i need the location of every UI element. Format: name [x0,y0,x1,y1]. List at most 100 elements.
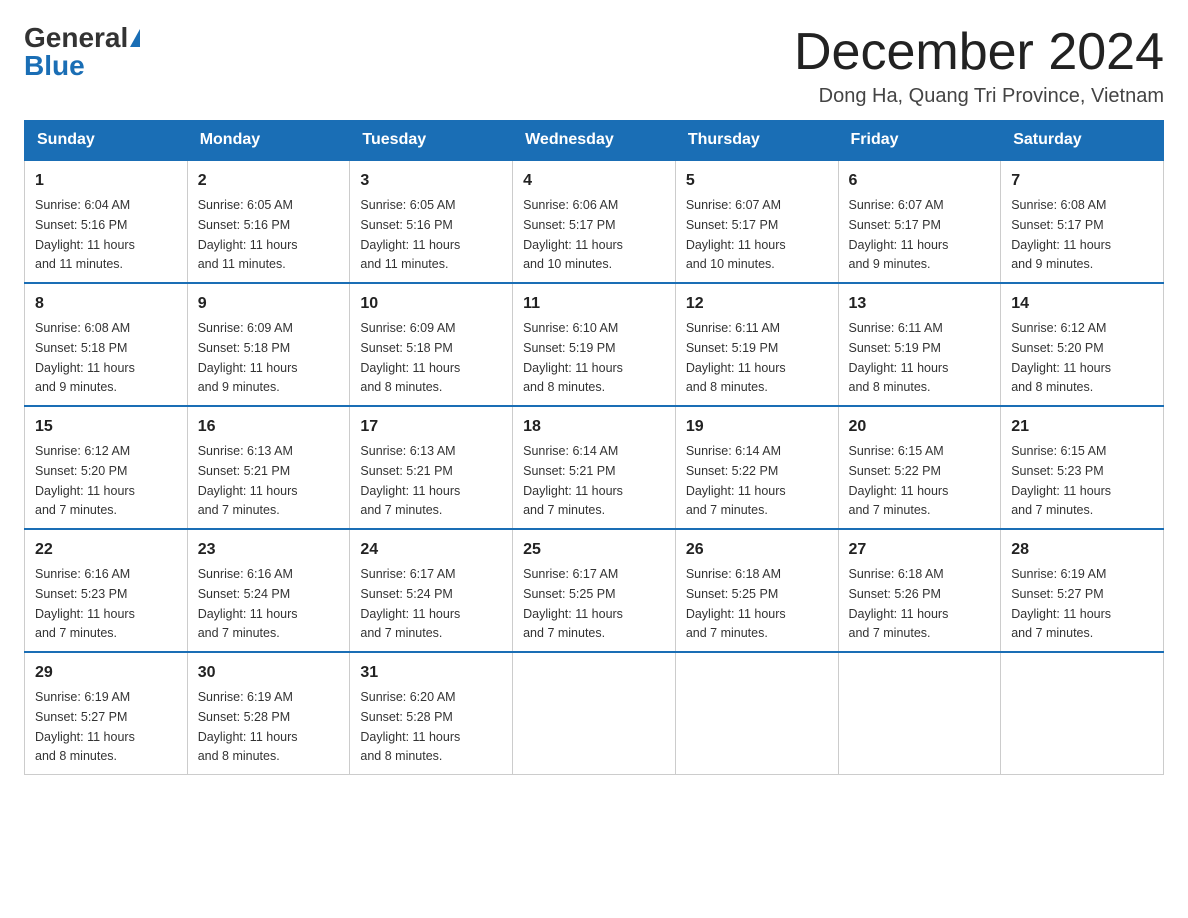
table-row: 31 Sunrise: 6:20 AMSunset: 5:28 PMDaylig… [350,652,513,775]
day-number: 15 [35,415,177,439]
day-number: 13 [849,292,991,316]
day-info: Sunrise: 6:09 AMSunset: 5:18 PMDaylight:… [360,321,460,394]
day-number: 2 [198,169,340,193]
table-row: 22 Sunrise: 6:16 AMSunset: 5:23 PMDaylig… [25,529,188,652]
table-row: 15 Sunrise: 6:12 AMSunset: 5:20 PMDaylig… [25,406,188,529]
day-info: Sunrise: 6:14 AMSunset: 5:22 PMDaylight:… [686,444,786,517]
title-block: December 2024 Dong Ha, Quang Tri Provinc… [794,24,1164,108]
table-row: 21 Sunrise: 6:15 AMSunset: 5:23 PMDaylig… [1001,406,1164,529]
table-row: 16 Sunrise: 6:13 AMSunset: 5:21 PMDaylig… [187,406,350,529]
table-row [838,652,1001,775]
day-number: 10 [360,292,502,316]
day-info: Sunrise: 6:09 AMSunset: 5:18 PMDaylight:… [198,321,298,394]
table-row: 27 Sunrise: 6:18 AMSunset: 5:26 PMDaylig… [838,529,1001,652]
day-number: 4 [523,169,665,193]
day-number: 1 [35,169,177,193]
day-number: 9 [198,292,340,316]
day-info: Sunrise: 6:18 AMSunset: 5:26 PMDaylight:… [849,567,949,640]
page-header: General Blue December 2024 Dong Ha, Quan… [24,24,1164,108]
day-info: Sunrise: 6:11 AMSunset: 5:19 PMDaylight:… [686,321,786,394]
table-row: 19 Sunrise: 6:14 AMSunset: 5:22 PMDaylig… [675,406,838,529]
table-row: 23 Sunrise: 6:16 AMSunset: 5:24 PMDaylig… [187,529,350,652]
header-tuesday: Tuesday [350,121,513,161]
day-info: Sunrise: 6:16 AMSunset: 5:23 PMDaylight:… [35,567,135,640]
header-friday: Friday [838,121,1001,161]
day-info: Sunrise: 6:12 AMSunset: 5:20 PMDaylight:… [35,444,135,517]
calendar-week-3: 15 Sunrise: 6:12 AMSunset: 5:20 PMDaylig… [25,406,1164,529]
day-number: 22 [35,538,177,562]
day-number: 11 [523,292,665,316]
day-info: Sunrise: 6:07 AMSunset: 5:17 PMDaylight:… [849,198,949,271]
table-row: 30 Sunrise: 6:19 AMSunset: 5:28 PMDaylig… [187,652,350,775]
table-row: 10 Sunrise: 6:09 AMSunset: 5:18 PMDaylig… [350,283,513,406]
table-row: 20 Sunrise: 6:15 AMSunset: 5:22 PMDaylig… [838,406,1001,529]
table-row: 14 Sunrise: 6:12 AMSunset: 5:20 PMDaylig… [1001,283,1164,406]
table-row: 11 Sunrise: 6:10 AMSunset: 5:19 PMDaylig… [513,283,676,406]
day-info: Sunrise: 6:15 AMSunset: 5:22 PMDaylight:… [849,444,949,517]
logo-general-text: General [24,24,128,52]
table-row: 7 Sunrise: 6:08 AMSunset: 5:17 PMDayligh… [1001,160,1164,283]
day-info: Sunrise: 6:15 AMSunset: 5:23 PMDaylight:… [1011,444,1111,517]
day-number: 29 [35,661,177,685]
day-number: 18 [523,415,665,439]
table-row: 5 Sunrise: 6:07 AMSunset: 5:17 PMDayligh… [675,160,838,283]
day-info: Sunrise: 6:08 AMSunset: 5:17 PMDaylight:… [1011,198,1111,271]
day-info: Sunrise: 6:08 AMSunset: 5:18 PMDaylight:… [35,321,135,394]
table-row: 3 Sunrise: 6:05 AMSunset: 5:16 PMDayligh… [350,160,513,283]
day-number: 14 [1011,292,1153,316]
table-row: 9 Sunrise: 6:09 AMSunset: 5:18 PMDayligh… [187,283,350,406]
day-number: 31 [360,661,502,685]
header-thursday: Thursday [675,121,838,161]
table-row: 2 Sunrise: 6:05 AMSunset: 5:16 PMDayligh… [187,160,350,283]
logo: General Blue [24,24,140,80]
table-row: 8 Sunrise: 6:08 AMSunset: 5:18 PMDayligh… [25,283,188,406]
day-number: 7 [1011,169,1153,193]
header-monday: Monday [187,121,350,161]
day-number: 21 [1011,415,1153,439]
day-number: 27 [849,538,991,562]
month-title: December 2024 [794,24,1164,81]
day-info: Sunrise: 6:20 AMSunset: 5:28 PMDaylight:… [360,690,460,763]
day-info: Sunrise: 6:13 AMSunset: 5:21 PMDaylight:… [360,444,460,517]
table-row: 17 Sunrise: 6:13 AMSunset: 5:21 PMDaylig… [350,406,513,529]
calendar-table: Sunday Monday Tuesday Wednesday Thursday… [24,120,1164,775]
table-row [675,652,838,775]
day-number: 23 [198,538,340,562]
day-info: Sunrise: 6:04 AMSunset: 5:16 PMDaylight:… [35,198,135,271]
logo-triangle-icon [130,29,140,47]
day-number: 12 [686,292,828,316]
header-wednesday: Wednesday [513,121,676,161]
table-row: 26 Sunrise: 6:18 AMSunset: 5:25 PMDaylig… [675,529,838,652]
day-number: 8 [35,292,177,316]
table-row: 12 Sunrise: 6:11 AMSunset: 5:19 PMDaylig… [675,283,838,406]
day-number: 28 [1011,538,1153,562]
day-number: 24 [360,538,502,562]
logo-blue-text: Blue [24,52,85,80]
day-number: 5 [686,169,828,193]
day-number: 26 [686,538,828,562]
day-info: Sunrise: 6:19 AMSunset: 5:27 PMDaylight:… [1011,567,1111,640]
day-info: Sunrise: 6:14 AMSunset: 5:21 PMDaylight:… [523,444,623,517]
table-row [1001,652,1164,775]
day-info: Sunrise: 6:13 AMSunset: 5:21 PMDaylight:… [198,444,298,517]
calendar-week-4: 22 Sunrise: 6:16 AMSunset: 5:23 PMDaylig… [25,529,1164,652]
day-info: Sunrise: 6:05 AMSunset: 5:16 PMDaylight:… [360,198,460,271]
table-row: 4 Sunrise: 6:06 AMSunset: 5:17 PMDayligh… [513,160,676,283]
calendar-header-row: Sunday Monday Tuesday Wednesday Thursday… [25,121,1164,161]
day-info: Sunrise: 6:10 AMSunset: 5:19 PMDaylight:… [523,321,623,394]
day-info: Sunrise: 6:11 AMSunset: 5:19 PMDaylight:… [849,321,949,394]
day-info: Sunrise: 6:06 AMSunset: 5:17 PMDaylight:… [523,198,623,271]
table-row: 1 Sunrise: 6:04 AMSunset: 5:16 PMDayligh… [25,160,188,283]
day-number: 3 [360,169,502,193]
day-info: Sunrise: 6:17 AMSunset: 5:25 PMDaylight:… [523,567,623,640]
day-number: 25 [523,538,665,562]
day-info: Sunrise: 6:17 AMSunset: 5:24 PMDaylight:… [360,567,460,640]
day-number: 20 [849,415,991,439]
day-info: Sunrise: 6:18 AMSunset: 5:25 PMDaylight:… [686,567,786,640]
day-info: Sunrise: 6:19 AMSunset: 5:27 PMDaylight:… [35,690,135,763]
day-number: 19 [686,415,828,439]
day-info: Sunrise: 6:16 AMSunset: 5:24 PMDaylight:… [198,567,298,640]
day-info: Sunrise: 6:05 AMSunset: 5:16 PMDaylight:… [198,198,298,271]
table-row: 29 Sunrise: 6:19 AMSunset: 5:27 PMDaylig… [25,652,188,775]
header-sunday: Sunday [25,121,188,161]
